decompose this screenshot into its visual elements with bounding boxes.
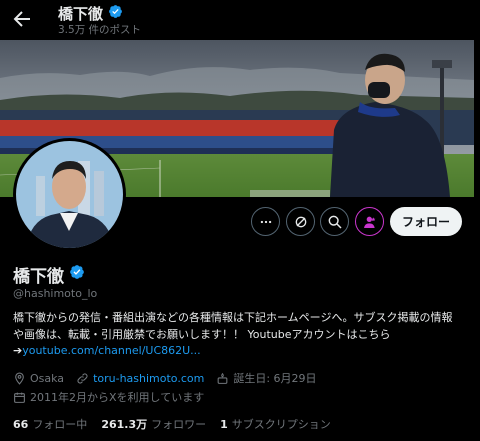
profile-bio: 橋下徹からの発信・番組出演などの各種情報は下記ホームページへ。サブスク掲載の情報… [13, 310, 468, 360]
followers-label: フォロワー [151, 418, 207, 431]
subscribe-icon [363, 216, 375, 228]
birthday-icon [217, 372, 228, 384]
header-title: 橋下徹 [58, 5, 104, 23]
grok-button[interactable] [286, 207, 315, 236]
subscriptions-label: サブスクリプション [231, 418, 331, 431]
location: Osaka [13, 372, 64, 385]
subscribe-button[interactable] [355, 207, 384, 236]
website: toru-hashimoto.com [76, 372, 204, 385]
bio-line-1: 橋下徹からの発信・番組出演などの各種情報は下記ホームページへ。サブスク掲載の情報 [13, 311, 453, 324]
join-date: 2011年2月からXを利用しています [13, 389, 204, 405]
profile-meta-row-1: Osaka toru-hashimoto.com 誕生日: 6月29日 [13, 370, 329, 386]
back-arrow-icon[interactable] [10, 7, 34, 31]
calendar-icon [14, 392, 25, 403]
link-icon [77, 372, 88, 384]
youtube-link[interactable]: youtube.com/channel/UC862U... [22, 344, 200, 357]
bio-arrow: ➔ [13, 344, 23, 357]
avatar [16, 141, 123, 248]
birthday-text: 誕生日: 6月29日 [233, 372, 317, 385]
verified-badge-icon [108, 4, 123, 23]
following-label: フォロー中 [32, 418, 88, 431]
search-button[interactable] [320, 207, 349, 236]
grok-icon [295, 216, 306, 227]
profile-stats: 66 フォロー中 261.3万 フォロワー 1 サブスクリプション [13, 416, 331, 432]
profile-name: 橋下徹 [13, 267, 64, 287]
more-button[interactable] [251, 207, 280, 236]
search-icon [328, 215, 342, 229]
profile-meta-row-2: 2011年2月からXを利用しています [13, 389, 216, 405]
website-link[interactable]: toru-hashimoto.com [93, 372, 204, 385]
post-count: 3.5万 件のポスト [58, 24, 142, 36]
subscriptions-stat[interactable]: 1 サブスクリプション [220, 416, 331, 432]
avatar-frame[interactable] [13, 138, 126, 251]
more-icon [260, 220, 271, 223]
profile-handle: @hashimoto_lo [13, 287, 98, 300]
following-stat[interactable]: 66 フォロー中 [13, 416, 87, 432]
followers-count: 261.3万 [101, 418, 148, 431]
bio-line-2: や画像は、転載・引用厳禁でお願いします！！ Youtubeアカウントはこちら [13, 327, 391, 341]
followers-stat[interactable]: 261.3万 フォロワー [101, 416, 206, 432]
profile-name-row: 橋下徹 [13, 262, 85, 287]
top-bar: 橋下徹 3.5万 件のポスト [0, 0, 480, 40]
follow-button[interactable]: フォロー [390, 207, 462, 236]
join-date-text: 2011年2月からXを利用しています [30, 391, 205, 404]
bio-line-3: ➔youtube.com/channel/UC862U... [13, 343, 468, 360]
location-icon [15, 372, 24, 385]
subscriptions-count: 1 [220, 418, 228, 431]
header-title-row: 橋下徹 [58, 3, 123, 24]
following-count: 66 [13, 418, 29, 431]
verified-badge-icon[interactable] [69, 264, 85, 285]
location-text: Osaka [30, 371, 65, 385]
birthday: 誕生日: 6月29日 [216, 370, 317, 386]
